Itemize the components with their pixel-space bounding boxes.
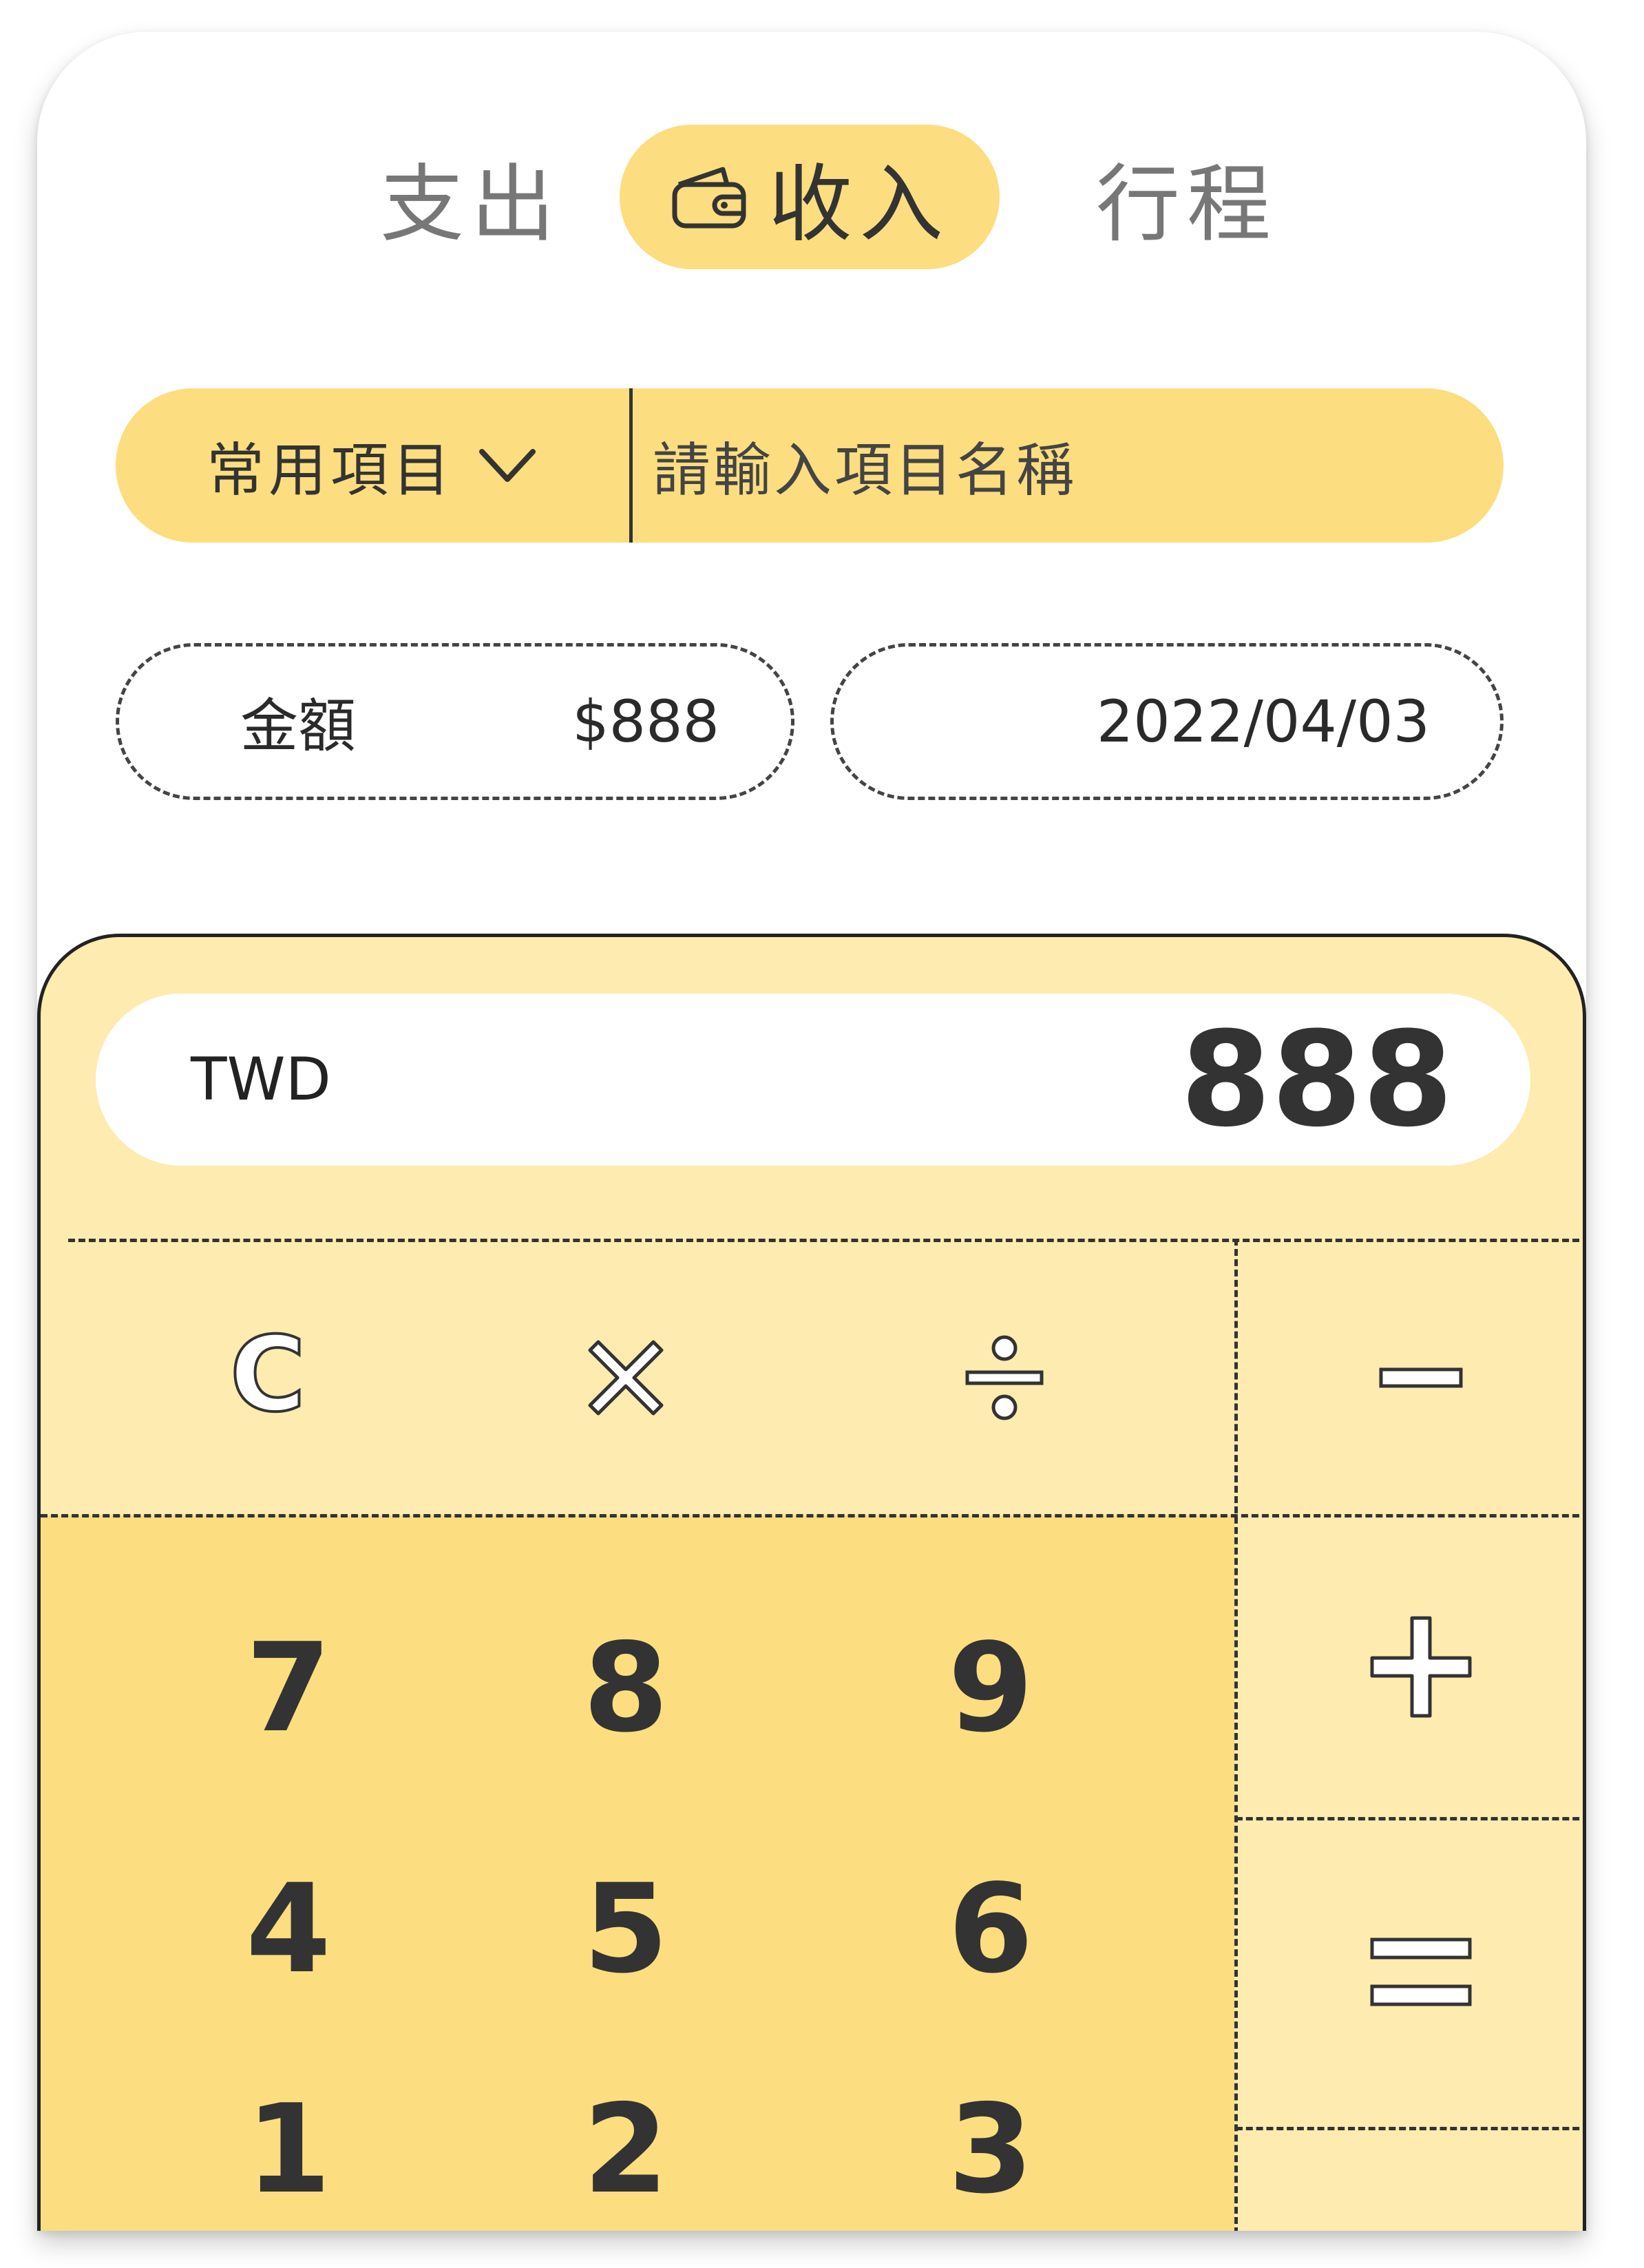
display-value: 888 <box>1180 1003 1453 1156</box>
divide-icon <box>965 1335 1044 1420</box>
date-field[interactable]: 2022/04/03 <box>830 643 1504 800</box>
grid-line <box>68 1239 1583 1242</box>
digit-1-button[interactable]: 1 <box>185 2066 392 2231</box>
tab-itinerary[interactable]: 行程 <box>1029 125 1345 269</box>
item-divider <box>629 388 633 543</box>
calculator-panel: TWD 888 C 7 8 9 4 5 6 1 2 3 <box>37 934 1586 2231</box>
digit-8-button[interactable]: 8 <box>523 1605 729 1770</box>
grid-line <box>41 1514 1583 1518</box>
minus-icon <box>1379 1367 1463 1388</box>
digit-5-button[interactable]: 5 <box>523 1846 729 2011</box>
grid-line <box>1236 2127 1583 2130</box>
svg-text:C: C <box>230 1326 306 1429</box>
digit-6-button[interactable]: 6 <box>887 1846 1094 2011</box>
minus-button[interactable] <box>1252 1254 1583 1502</box>
item-name-placeholder: 請輸入項目名稱 <box>653 436 1077 504</box>
amount-label: 金額 <box>240 692 357 760</box>
currency-label: TWD <box>191 1045 331 1114</box>
common-items-dropdown[interactable]: 常用項目 <box>116 388 628 543</box>
multiply-icon <box>588 1340 664 1416</box>
common-items-label: 常用項目 <box>206 436 454 504</box>
income-entry-card: 支出 收入 行程 常用項目 請輸入項目名稱 金額 $888 2022/04/03 <box>37 32 1586 2231</box>
date-value: 2022/04/03 <box>1096 688 1430 755</box>
calculator-display: TWD 888 <box>96 994 1530 1166</box>
amount-field[interactable]: 金額 $888 <box>116 643 794 800</box>
digit-7-button[interactable]: 7 <box>185 1605 392 1770</box>
digit-3-button[interactable]: 3 <box>887 2066 1094 2231</box>
grid-line <box>1234 1239 1238 2231</box>
divide-button[interactable] <box>901 1254 1108 1502</box>
clear-key-glyph: C <box>229 1326 307 1429</box>
clear-button[interactable]: C <box>165 1254 371 1502</box>
tab-itinerary-label: 行程 <box>1096 155 1278 253</box>
plus-button[interactable] <box>1252 1522 1583 1812</box>
tab-expense[interactable]: 支出 <box>313 125 629 269</box>
plus-icon <box>1370 1616 1472 1718</box>
digit-9-button[interactable]: 9 <box>887 1605 1094 1770</box>
multiply-button[interactable] <box>523 1254 729 1502</box>
tab-income-label: 收入 <box>768 155 950 253</box>
equals-button[interactable] <box>1252 1825 1583 2121</box>
amount-value: $888 <box>572 688 719 755</box>
item-selector: 常用項目 請輸入項目名稱 <box>116 388 1504 543</box>
equals-icon <box>1370 1938 1472 2006</box>
wallet-icon <box>672 167 746 229</box>
item-name-input[interactable]: 請輸入項目名稱 <box>653 388 1077 543</box>
grid-line <box>1236 1817 1583 1820</box>
digit-2-button[interactable]: 2 <box>523 2066 729 2231</box>
tab-expense-label: 支出 <box>380 155 562 253</box>
chevron-down-icon <box>479 449 536 482</box>
digit-4-button[interactable]: 4 <box>185 1846 392 2011</box>
tab-income[interactable]: 收入 <box>620 125 1000 269</box>
